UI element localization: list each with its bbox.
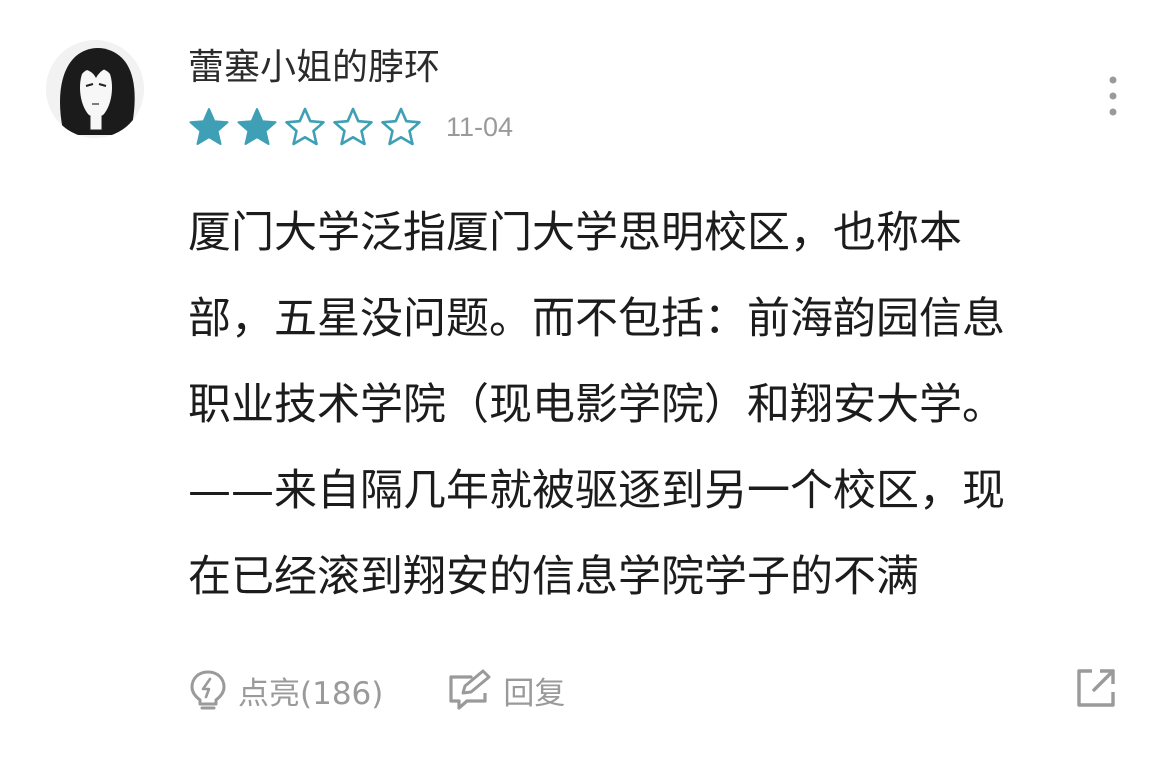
more-vertical-icon <box>1109 76 1117 116</box>
comment-line: ——来自隔几年就被驱逐到另一个校区，现 <box>188 466 1005 516</box>
comment-line: 职业技术学院（现电影学院）和翔安大学。 <box>188 380 1005 430</box>
star-rating <box>188 106 428 148</box>
more-options-button[interactable] <box>1096 72 1130 120</box>
star-outline-icon <box>285 107 325 146</box>
like-button[interactable]: 点亮(186) <box>188 668 383 713</box>
comment-card: 蕾塞小姐的脖环 11-04 厦门大学泛指厦门大学思明校区，也称本 部，五星没问题。… <box>0 0 1170 763</box>
comment-line: 厦门大学泛指厦门大学思明校区，也称本 <box>188 208 962 258</box>
comment-text: 厦门大学泛指厦门大学思明校区，也称本 部，五星没问题。而不包括：前海韵园信息 职业技… <box>188 190 1128 620</box>
like-label: 点亮(186) <box>238 675 384 712</box>
reply-button[interactable]: 回复 <box>447 668 565 713</box>
action-bar: 点亮(186) 回复 <box>188 662 565 718</box>
username[interactable]: 蕾塞小姐的脖环 <box>188 44 440 92</box>
avatar-image <box>46 40 144 138</box>
share-external-icon <box>1077 669 1115 707</box>
star-filled-icon <box>237 108 277 145</box>
lightbulb-icon <box>190 670 226 710</box>
star-outline-icon <box>381 107 421 146</box>
star-filled-icon <box>189 108 229 145</box>
comment-line: 在已经滚到翔安的信息学院学子的不满 <box>188 552 919 602</box>
star-outline-icon <box>333 107 373 146</box>
edit-reply-icon <box>449 669 491 710</box>
share-button[interactable] <box>1074 666 1118 710</box>
comment-line: 部，五星没问题。而不包括：前海韵园信息 <box>188 294 1005 344</box>
avatar[interactable] <box>46 40 144 138</box>
rating-row: 11-04 <box>188 104 513 150</box>
reply-label: 回复 <box>503 675 566 712</box>
comment-date: 11-04 <box>446 111 514 142</box>
